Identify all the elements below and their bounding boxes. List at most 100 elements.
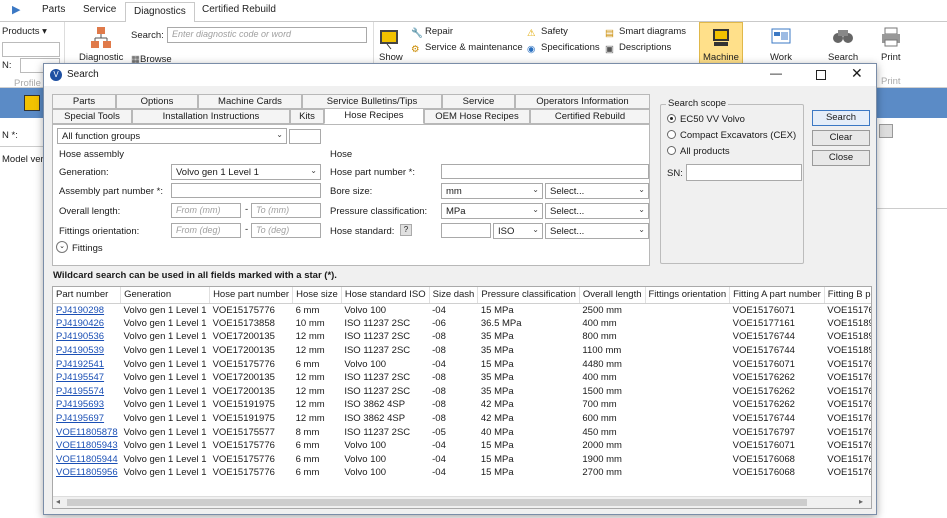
table-row[interactable]: PJ4195693 Volvo gen 1 Level 1 VOE15191975 1… <box>53 398 871 412</box>
hose-standard-dropdown[interactable]: ISO ⌄ <box>493 223 543 239</box>
column-header[interactable]: Part number <box>53 287 122 304</box>
bore-unit-dropdown[interactable]: mm ⌄ <box>441 183 543 199</box>
search-big-label[interactable]: Search <box>828 52 858 63</box>
column-header[interactable]: Hose part number <box>209 287 294 304</box>
part-number-link[interactable]: VOE11805943 <box>53 439 121 453</box>
function-groups-dropdown[interactable]: All function groups ⌄ <box>57 128 287 144</box>
part-number-link[interactable]: PJ4195693 <box>53 398 121 412</box>
printer-icon[interactable] <box>880 26 902 48</box>
part-number-link[interactable]: PJ4190426 <box>53 317 121 331</box>
tab-parts[interactable]: Parts <box>42 4 65 15</box>
scope-radio-all[interactable] <box>667 146 676 155</box>
column-header[interactable]: Overall length <box>579 287 646 304</box>
hose-standard-value-dropdown[interactable]: Select... ⌄ <box>545 223 649 239</box>
column-header[interactable]: Fitting B par <box>824 287 871 304</box>
column-header[interactable]: Hose standard ISO <box>341 287 430 304</box>
part-number-link[interactable]: VOE11805956 <box>53 466 121 480</box>
tab-operators-information[interactable]: Operators Information <box>515 94 650 109</box>
scope-label-all[interactable]: All products <box>680 146 730 157</box>
table-row[interactable]: VOE11805944 Volvo gen 1 Level 1 VOE1517577… <box>53 453 871 467</box>
column-header[interactable]: Pressure classification <box>477 287 580 304</box>
tab-parts[interactable]: Parts <box>52 94 116 109</box>
overall-length-from-input[interactable]: From (mm) <box>171 203 241 218</box>
column-header[interactable]: Generation <box>120 287 211 304</box>
table-row[interactable]: PJ4190298 Volvo gen 1 Level 1 VOE15175776 6… <box>53 303 871 317</box>
column-header[interactable]: Fitting A part number <box>729 287 825 304</box>
tab-certified-rebuild[interactable]: Certified Rebuild <box>530 109 650 124</box>
show-label[interactable]: Show <box>379 52 403 63</box>
tab-service[interactable]: Service <box>442 94 515 109</box>
safety-button[interactable]: ⚠ Safety <box>527 26 568 40</box>
table-row[interactable]: VOE11805878 Volvo gen 1 Level 1 VOE1517557… <box>53 425 871 439</box>
part-number-link[interactable]: PJ4190536 <box>53 330 121 344</box>
part-number-link[interactable]: PJ4192541 <box>53 357 121 371</box>
tab-hose-recipes[interactable]: Hose Recipes <box>324 108 424 124</box>
tab-service[interactable]: Service <box>83 4 116 15</box>
overall-length-to-input[interactable]: To (mm) <box>251 203 321 218</box>
hose-part-number-input[interactable] <box>441 164 649 179</box>
function-group-code-input[interactable] <box>289 129 321 144</box>
products-field[interactable] <box>2 42 60 57</box>
fittings-orientation-to-input[interactable]: To (deg) <box>251 223 321 238</box>
part-number-link[interactable]: PJ4195547 <box>53 371 121 385</box>
table-row[interactable]: PJ4195697 Volvo gen 1 Level 1 VOE15191975 1… <box>53 412 871 426</box>
print-label[interactable]: Print <box>881 52 901 63</box>
help-icon[interactable]: ? <box>400 224 412 236</box>
repair-button[interactable]: 🔧 Repair <box>411 26 453 40</box>
minimize-icon[interactable]: — <box>770 66 782 80</box>
part-number-link[interactable]: PJ4195574 <box>53 385 121 399</box>
diagnostic-label[interactable]: Diagnostic <box>79 52 123 63</box>
show-icon[interactable] <box>378 26 402 50</box>
specifications-button[interactable]: ◉ Specifications <box>527 42 600 56</box>
tab-special-tools[interactable]: Special Tools <box>52 109 132 124</box>
fittings-toggle[interactable]: Fittings <box>72 243 103 254</box>
tab-options[interactable]: Options <box>116 94 198 109</box>
tab-oem-hose-recipes[interactable]: OEM Hose Recipes <box>424 109 530 124</box>
part-number-link[interactable]: PJ4190539 <box>53 344 121 358</box>
tab-certified-rebuild[interactable]: Certified Rebuild <box>202 4 276 15</box>
table-row[interactable]: PJ4195574 Volvo gen 1 Level 1 VOE17200135 1… <box>53 385 871 399</box>
table-row[interactable]: PJ4190539 Volvo gen 1 Level 1 VOE17200135 1… <box>53 344 871 358</box>
table-row[interactable]: PJ4195547 Volvo gen 1 Level 1 VOE17200135 1… <box>53 371 871 385</box>
clear-button[interactable]: Clear <box>812 130 870 146</box>
table-row[interactable]: PJ4190536 Volvo gen 1 Level 1 VOE17200135 1… <box>53 330 871 344</box>
column-header[interactable]: Size dash <box>429 287 479 304</box>
column-header[interactable]: Hose size <box>292 287 342 304</box>
tab-kits[interactable]: Kits <box>290 109 324 124</box>
scroll-left-icon[interactable]: ◂ <box>56 497 60 506</box>
smart-diagrams-button[interactable]: ▤ Smart diagrams <box>605 26 686 40</box>
tab-installation-instructions[interactable]: Installation Instructions <box>132 109 290 124</box>
chevron-down-icon[interactable]: ⌄ <box>56 241 68 253</box>
close-button[interactable]: Close <box>812 150 870 166</box>
diagnostic-search-input[interactable]: Enter diagnostic code or word <box>167 27 367 43</box>
generation-dropdown[interactable]: Volvo gen 1 Level 1 ⌄ <box>171 164 321 180</box>
service-maintenance-button[interactable]: ⚙ Service & maintenance <box>411 42 523 56</box>
fittings-orientation-from-input[interactable]: From (deg) <box>171 223 241 238</box>
pressure-value-dropdown[interactable]: Select... ⌄ <box>545 203 649 219</box>
app-menu-icon[interactable]: ▶ <box>12 3 20 16</box>
table-row[interactable]: PJ4190426 Volvo gen 1 Level 1 VOE15173858 1… <box>53 317 871 331</box>
part-number-link[interactable]: VOE11805944 <box>53 453 121 467</box>
products-dropdown[interactable]: Products ▾ <box>2 26 47 37</box>
work-icon[interactable] <box>770 26 792 48</box>
machine-label[interactable]: Machine <box>703 52 739 63</box>
work-label[interactable]: Work <box>770 52 792 63</box>
tab-diagnostics[interactable]: Diagnostics <box>125 2 195 23</box>
diagnostic-icon[interactable] <box>90 26 112 50</box>
assembly-part-number-input[interactable] <box>171 183 321 198</box>
scope-label-ec50[interactable]: EC50 VV Volvo <box>680 114 745 125</box>
part-number-link[interactable]: VOE11805878 <box>53 425 121 439</box>
table-row[interactable]: VOE11805943 Volvo gen 1 Level 1 VOE1517577… <box>53 439 871 453</box>
scroll-thumb[interactable] <box>67 499 807 506</box>
table-row[interactable]: VOE11805956 Volvo gen 1 Level 1 VOE1517577… <box>53 466 871 480</box>
horizontal-scrollbar[interactable]: ◂ ▸ <box>53 496 871 508</box>
binoculars-icon[interactable] <box>879 124 893 138</box>
maximize-icon[interactable] <box>816 70 826 80</box>
search-icon[interactable] <box>832 26 854 48</box>
pressure-unit-dropdown[interactable]: MPa ⌄ <box>441 203 543 219</box>
search-button[interactable]: Search <box>812 110 870 126</box>
scope-radio-ec50[interactable] <box>667 114 676 123</box>
hose-standard-input[interactable] <box>441 223 491 238</box>
scope-label-cex[interactable]: Compact Excavators (CEX) <box>680 130 796 141</box>
part-number-link[interactable]: PJ4195697 <box>53 412 121 426</box>
